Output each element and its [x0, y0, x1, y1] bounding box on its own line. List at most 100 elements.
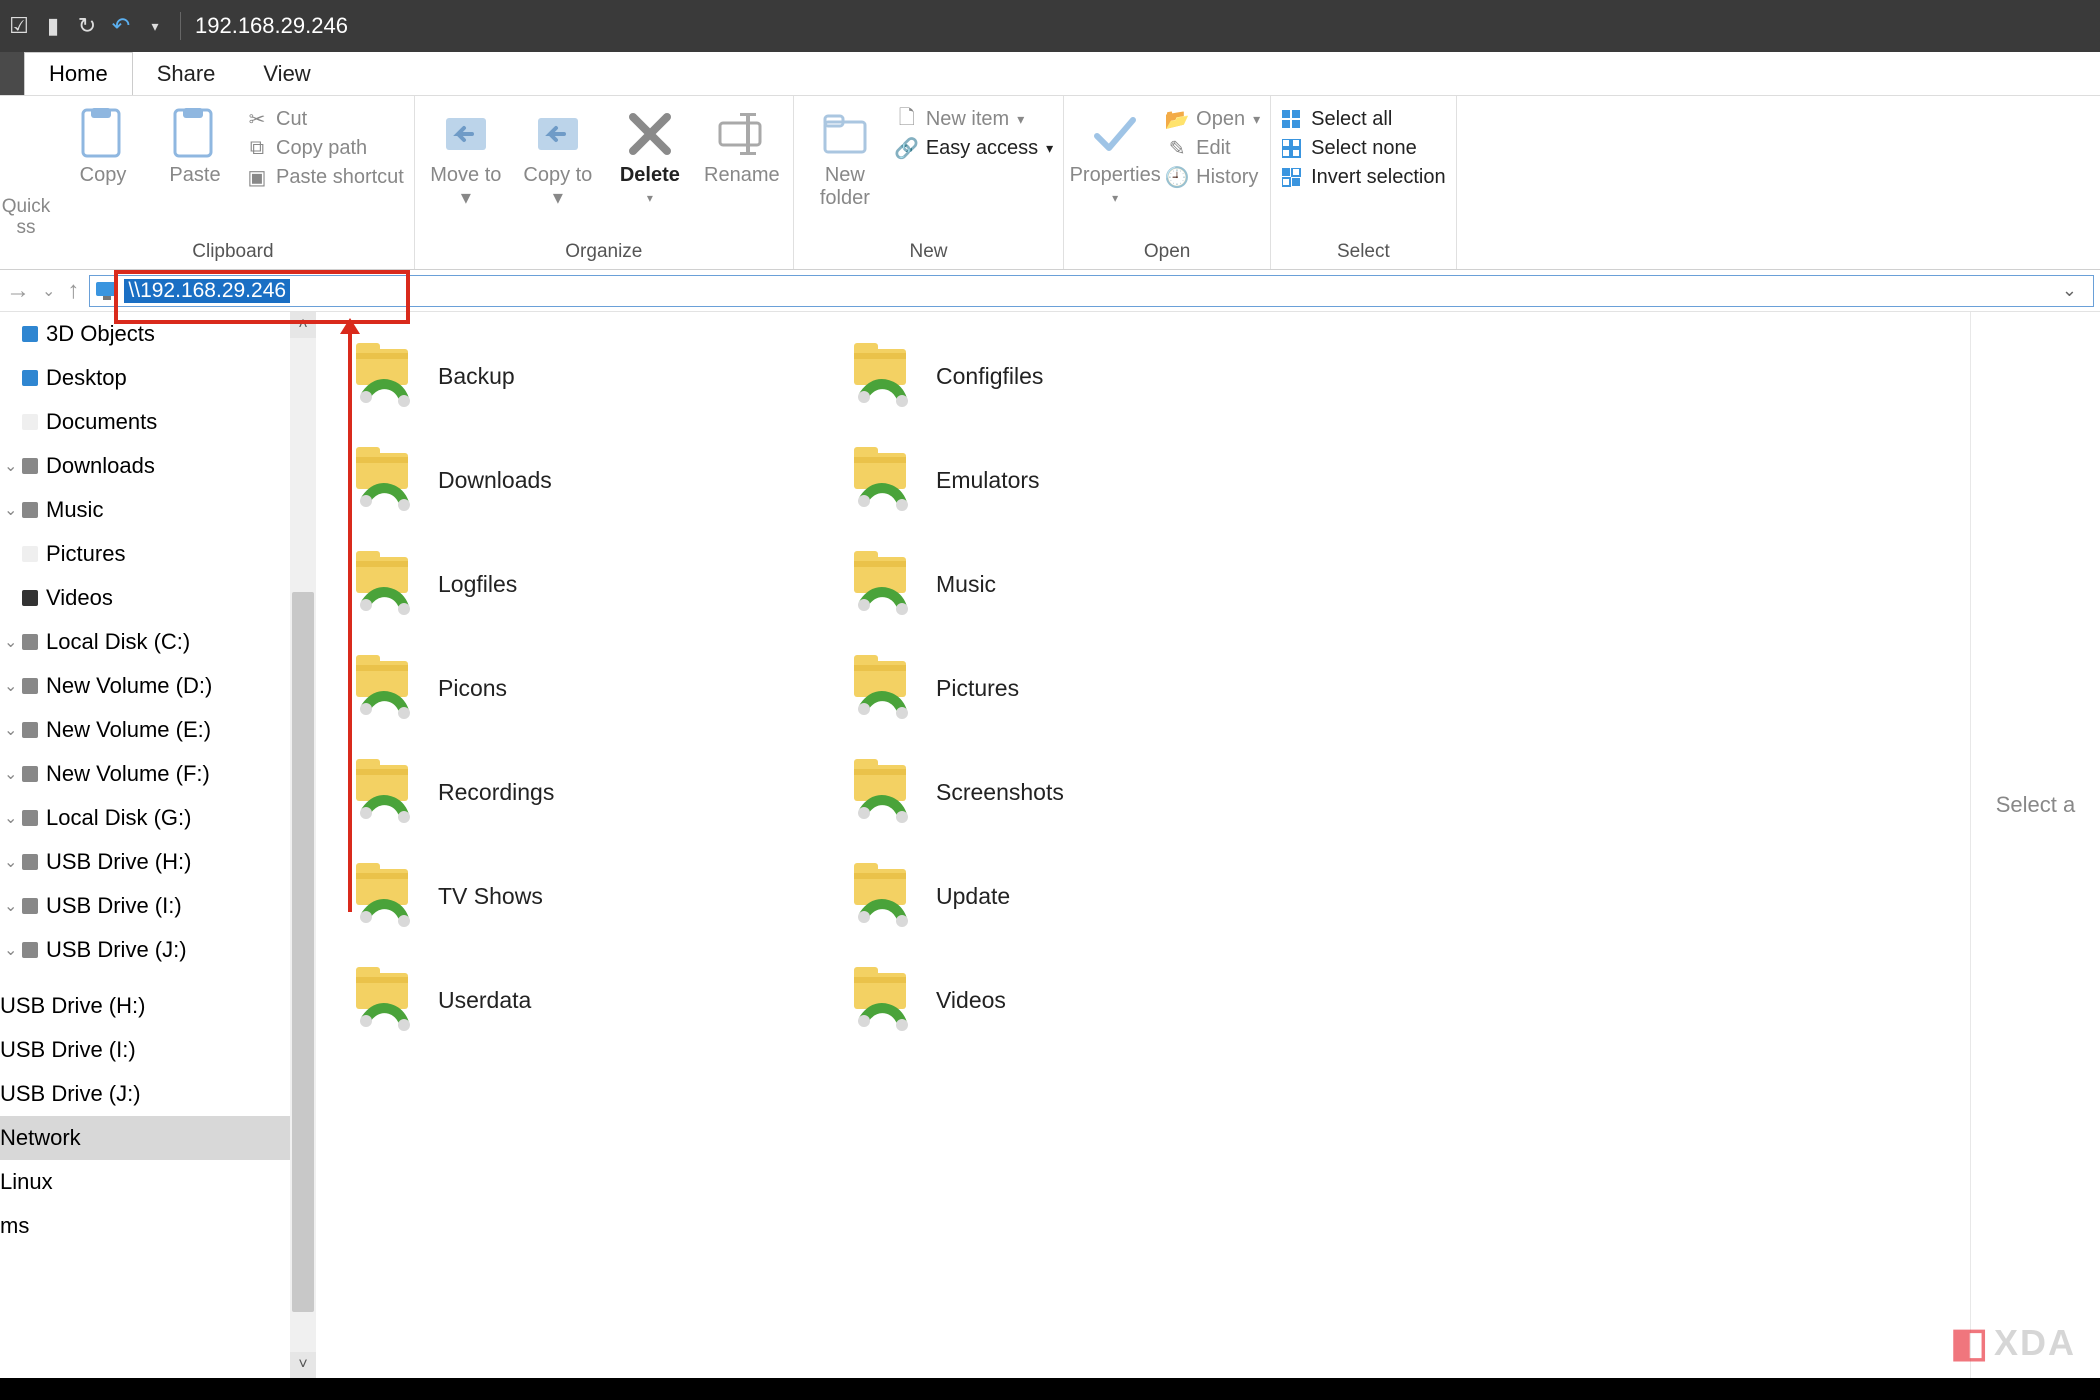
folder-item[interactable]: Update — [848, 844, 1328, 948]
select-all-button[interactable]: Select all — [1281, 108, 1446, 131]
nav-item-icon — [22, 546, 38, 562]
expand-icon[interactable]: ⌄ — [4, 456, 14, 476]
expand-icon[interactable]: ⌄ — [4, 808, 14, 828]
nav-root-item[interactable]: Linux — [0, 1160, 316, 1204]
folder-item[interactable]: Backup — [350, 324, 830, 428]
qat-redo-icon[interactable]: ↻ — [76, 15, 98, 37]
content-area[interactable]: Backup Configfiles Downloads Emulators L… — [316, 312, 1970, 1378]
scroll-down-icon[interactable]: ˅ — [290, 1352, 316, 1378]
address-text[interactable]: \\192.168.29.246 — [124, 279, 290, 303]
select-none-button[interactable]: Select none — [1281, 137, 1446, 160]
expand-icon[interactable]: ⌄ — [4, 896, 14, 916]
nav-item[interactable]: ⌄ USB Drive (H:) — [0, 840, 316, 884]
nav-item-label: USB Drive (I:) — [46, 893, 182, 919]
tab-share[interactable]: Share — [133, 52, 240, 95]
copy-path-button[interactable]: ⧉Copy path — [246, 137, 404, 160]
nav-item-icon — [22, 590, 38, 606]
qat-properties-icon[interactable]: ▮ — [42, 15, 64, 37]
nav-item[interactable]: Videos — [0, 576, 316, 620]
nav-item-label: 3D Objects — [46, 321, 155, 347]
nav-item-label: Downloads — [46, 453, 155, 479]
folder-item[interactable]: Configfiles — [848, 324, 1328, 428]
folder-item[interactable]: Logfiles — [350, 532, 830, 636]
nav-root-item[interactable]: ms — [0, 1204, 316, 1248]
nav-item[interactable]: ⌄ New Volume (D:) — [0, 664, 316, 708]
nav-item[interactable]: ⌄ New Volume (E:) — [0, 708, 316, 752]
paste-shortcut-button[interactable]: ▣Paste shortcut — [246, 166, 404, 189]
folder-item[interactable]: Pictures — [848, 636, 1328, 740]
nav-item-label: Pictures — [46, 541, 125, 567]
copy-button[interactable]: Copy — [62, 102, 144, 187]
nav-root-item[interactable]: Network — [0, 1116, 316, 1160]
nav-root-item[interactable]: USB Drive (H:) — [0, 984, 316, 1028]
nav-item[interactable]: Documents — [0, 400, 316, 444]
expand-icon[interactable]: ⌄ — [4, 676, 14, 696]
move-to-button[interactable]: Move to ▾ — [425, 102, 507, 210]
qat-checkbox-icon[interactable]: ☑ — [8, 15, 30, 37]
folder-name: Music — [936, 571, 996, 598]
tab-home[interactable]: Home — [24, 52, 133, 95]
nav-root-item[interactable]: USB Drive (J:) — [0, 1072, 316, 1116]
nav-item[interactable]: ⌄ New Volume (F:) — [0, 752, 316, 796]
delete-button[interactable]: Delete ▾ — [609, 102, 691, 205]
nav-forward-icon[interactable]: → — [6, 277, 30, 305]
folder-item[interactable]: Videos — [848, 948, 1328, 1052]
nav-item[interactable]: ⌄ Local Disk (C:) — [0, 620, 316, 664]
group-label-organize: Organize — [425, 239, 783, 267]
folder-item[interactable]: Recordings — [350, 740, 830, 844]
expand-icon[interactable]: ⌄ — [4, 852, 14, 872]
history-button[interactable]: 🕘History — [1166, 166, 1260, 189]
nav-scrollbar[interactable]: ˄ ˅ — [290, 312, 316, 1378]
file-tab-stub[interactable] — [0, 52, 24, 95]
invert-selection-button[interactable]: Invert selection — [1281, 166, 1446, 189]
nav-item[interactable]: ⌄ USB Drive (I:) — [0, 884, 316, 928]
qat-dropdown-icon[interactable]: ▾ — [144, 15, 166, 37]
nav-item[interactable]: ⌄ USB Drive (J:) — [0, 928, 316, 972]
folder-item[interactable]: TV Shows — [350, 844, 830, 948]
network-share-icon — [350, 339, 418, 413]
address-bar[interactable]: \\192.168.29.246 ⌄ — [89, 275, 2094, 307]
expand-icon[interactable]: ⌄ — [4, 500, 14, 520]
history-icon: 🕘 — [1166, 167, 1188, 189]
invert-selection-icon — [1281, 167, 1303, 189]
edit-button[interactable]: ✎Edit — [1166, 137, 1260, 160]
folder-item[interactable]: Downloads — [350, 428, 830, 532]
nav-item[interactable]: 3D Objects — [0, 312, 316, 356]
folder-item[interactable]: Screenshots — [848, 740, 1328, 844]
ribbon-tabs: Home Share View — [0, 52, 2100, 96]
qat-undo-icon[interactable]: ↶ — [110, 15, 132, 37]
nav-recent-icon[interactable]: ⌄ — [42, 281, 55, 301]
new-folder-button[interactable]: New folder — [804, 102, 886, 210]
paste-button[interactable]: Paste — [154, 102, 236, 187]
address-dropdown-icon[interactable]: ⌄ — [2062, 280, 2087, 301]
move-to-icon — [440, 108, 492, 160]
folder-item[interactable]: Picons — [350, 636, 830, 740]
nav-item[interactable]: ⌄ Music — [0, 488, 316, 532]
quick-access-stub[interactable]: Quick ss — [0, 96, 52, 269]
nav-root-item[interactable]: USB Drive (I:) — [0, 1028, 316, 1072]
expand-icon[interactable]: ⌄ — [4, 764, 14, 784]
nav-item[interactable]: ⌄ Downloads — [0, 444, 316, 488]
cut-button[interactable]: ✂Cut — [246, 108, 404, 131]
nav-item[interactable]: ⌄ Local Disk (G:) — [0, 796, 316, 840]
folder-item[interactable]: Userdata — [350, 948, 830, 1052]
scroll-up-icon[interactable]: ˄ — [290, 312, 316, 338]
tab-view[interactable]: View — [239, 52, 334, 95]
nav-item[interactable]: Desktop — [0, 356, 316, 400]
rename-button[interactable]: Rename — [701, 102, 783, 187]
expand-icon[interactable]: ⌄ — [4, 720, 14, 740]
expand-icon[interactable]: ⌄ — [4, 632, 14, 652]
scroll-thumb[interactable] — [292, 592, 314, 1312]
properties-button[interactable]: Properties ▾ — [1074, 102, 1156, 205]
folder-name: TV Shows — [438, 883, 543, 910]
easy-access-button[interactable]: 🔗Easy access ▾ — [896, 137, 1053, 160]
folder-item[interactable]: Emulators — [848, 428, 1328, 532]
new-item-button[interactable]: 🗋New item ▾ — [896, 108, 1053, 131]
navigation-pane[interactable]: ˄ ˅ 3D Objects Desktop Documents⌄ Downlo… — [0, 312, 316, 1378]
expand-icon[interactable]: ⌄ — [4, 940, 14, 960]
copy-to-button[interactable]: Copy to ▾ — [517, 102, 599, 210]
nav-up-icon[interactable]: ↑ — [67, 277, 79, 305]
nav-item[interactable]: Pictures — [0, 532, 316, 576]
open-button[interactable]: 📂Open ▾ — [1166, 108, 1260, 131]
folder-item[interactable]: Music — [848, 532, 1328, 636]
